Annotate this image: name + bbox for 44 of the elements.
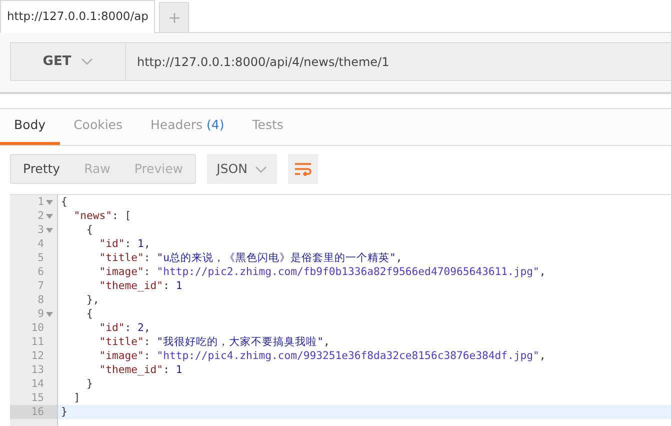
fold-arrow-icon[interactable] [46, 312, 53, 316]
line-number: 13 [31, 363, 44, 377]
line-number: 16 [31, 405, 44, 419]
code-line: { [86, 308, 93, 320]
line-number: 6 [38, 265, 44, 279]
view-mode-tab[interactable]: Pretty [11, 155, 72, 183]
code-line: "theme_id": 1 [98, 280, 182, 292]
wrap-lines-button[interactable] [288, 154, 318, 184]
code-line: "title": "u总的来说，《黑色闪电》是俗套里的一个精英", [98, 252, 402, 264]
wrap-lines-icon [294, 162, 312, 176]
line-number: 4 [38, 237, 44, 251]
code-line: "theme_id": 1 [98, 364, 182, 376]
code-line: "news": [ [72, 210, 132, 222]
code-line: { [86, 224, 93, 236]
code-line: { [61, 196, 68, 208]
format-dropdown[interactable]: JSON [207, 154, 278, 184]
code-line: } [61, 406, 68, 418]
line-number: 11 [31, 335, 44, 349]
line-number: 1 [38, 195, 44, 209]
chevron-down-icon [255, 166, 268, 172]
line-number: 12 [31, 349, 44, 363]
code-line: "image": "http://pic2.zhimg.com/fb9f0b1336a82f9566ed470965643611.jpg", [98, 266, 546, 278]
line-number: 9 [38, 307, 44, 321]
response-tab[interactable]: Body [0, 109, 60, 145]
line-number: 8 [38, 293, 44, 307]
request-tab[interactable]: http://127.0.0.1:8000/ap [0, 0, 156, 33]
code-line: "image": "http://pic4.zhimg.com/993251e36f8da32ce8156c3876e384df.jpg", [98, 350, 546, 362]
fold-arrow-icon[interactable] [46, 200, 53, 204]
line-number: 3 [38, 223, 44, 237]
code-line: "id": 1, [98, 238, 150, 250]
code-line: "id": 2, [98, 322, 150, 334]
line-number: 15 [31, 391, 44, 405]
code-line: } [86, 378, 93, 390]
response-tab[interactable]: Headers (4) [136, 109, 238, 145]
line-number: 2 [38, 209, 44, 223]
code-line: "title": "我很好吃的，大家不要搞臭我啦", [98, 336, 330, 348]
code-line: ] [72, 392, 80, 404]
code-line: }, [86, 294, 100, 306]
line-number: 5 [38, 251, 44, 265]
line-number: 7 [38, 279, 44, 293]
line-number: 14 [31, 377, 44, 391]
fold-arrow-icon[interactable] [46, 214, 53, 218]
fold-arrow-icon[interactable] [46, 228, 53, 232]
line-number: 10 [31, 321, 44, 335]
